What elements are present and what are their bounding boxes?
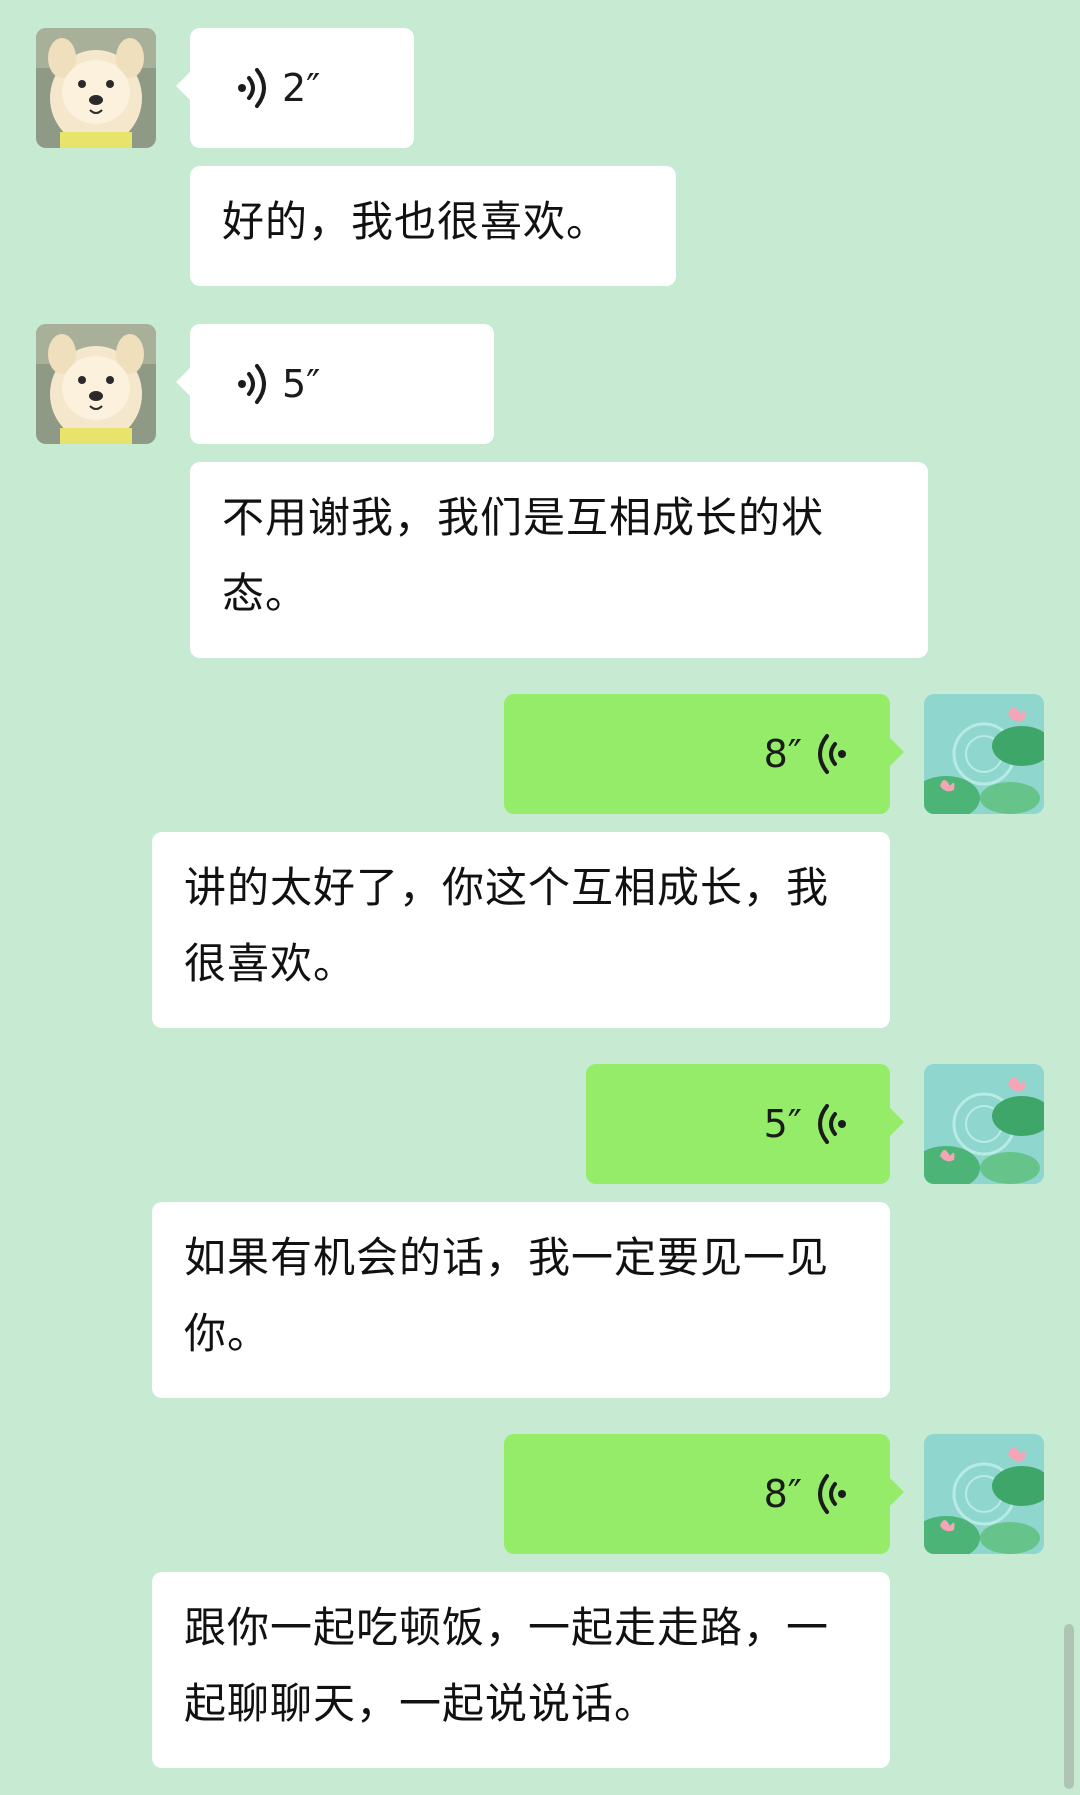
bubble-tail [176, 368, 190, 396]
contact-avatar[interactable] [36, 324, 156, 444]
lotus-pond-icon [924, 694, 1044, 814]
incoming-text-message[interactable]: 好的，我也很喜欢。 [190, 166, 676, 286]
voice-wave-icon [818, 1474, 846, 1514]
voice-duration: 8″ [763, 732, 802, 776]
message-text: 如果有机会的话，我一定要见一见你。 [184, 1233, 830, 1358]
my-avatar[interactable] [924, 1064, 1044, 1184]
voice-duration: 2″ [282, 66, 321, 110]
scrollbar[interactable] [1064, 1624, 1074, 1789]
bubble-tail [176, 72, 190, 100]
lotus-pond-icon [924, 1064, 1044, 1184]
voice-duration: 5″ [763, 1102, 802, 1146]
message-text: 跟你一起吃顿饭，一起走走路，一起聊聊天，一起说说话。 [184, 1603, 830, 1728]
message-text: 讲的太好了，你这个互相成长，我很喜欢。 [184, 863, 830, 988]
my-avatar[interactable] [924, 694, 1044, 814]
contact-avatar[interactable] [36, 28, 156, 148]
bubble-tail [890, 1108, 904, 1136]
voice-wave-icon [818, 1104, 846, 1144]
samoyed-dog-icon [36, 28, 156, 148]
samoyed-dog-icon [36, 324, 156, 444]
incoming-text-message[interactable]: 不用谢我，我们是互相成长的状态。 [190, 462, 928, 658]
outgoing-text-message[interactable]: 讲的太好了，你这个互相成长，我很喜欢。 [152, 832, 890, 1028]
bubble-tail [890, 1478, 904, 1506]
voice-wave-icon [238, 364, 266, 404]
outgoing-voice-message[interactable]: 8″ [504, 1434, 904, 1554]
voice-duration: 5″ [282, 362, 321, 406]
incoming-voice-message[interactable]: 5″ [176, 324, 494, 444]
lotus-pond-icon [924, 1434, 1044, 1554]
outgoing-text-message[interactable]: 如果有机会的话，我一定要见一见你。 [152, 1202, 890, 1398]
outgoing-text-message[interactable]: 跟你一起吃顿饭，一起走走路，一起聊聊天，一起说说话。 [152, 1572, 890, 1768]
voice-wave-icon [818, 734, 846, 774]
outgoing-voice-message[interactable]: 5″ [586, 1064, 904, 1184]
my-avatar[interactable] [924, 1434, 1044, 1554]
message-text: 好的，我也很喜欢。 [222, 197, 610, 246]
incoming-voice-message[interactable]: 2″ [176, 28, 414, 148]
message-text: 不用谢我，我们是互相成长的状态。 [222, 493, 825, 618]
voice-wave-icon [238, 68, 266, 108]
voice-duration: 8″ [763, 1472, 802, 1516]
outgoing-voice-message[interactable]: 8″ [504, 694, 904, 814]
bubble-tail [890, 738, 904, 766]
